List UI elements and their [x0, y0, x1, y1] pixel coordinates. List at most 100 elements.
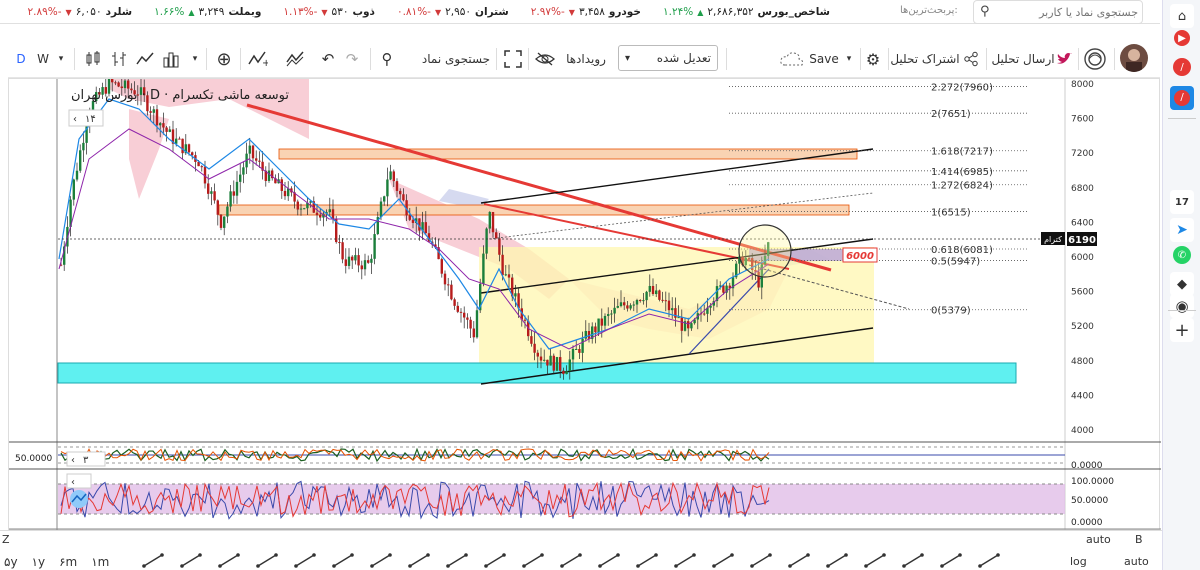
price-tick: 6400 — [1071, 218, 1094, 228]
ticker-item[interactable]: شتران ۲,۹۵۰ ▼ -۰.۸۱% — [397, 6, 509, 18]
whatsapp-icon[interactable]: ✆ — [1173, 246, 1191, 264]
app-icon-3[interactable]: ◆ — [1170, 272, 1194, 296]
indicators-icon[interactable]: + — [246, 46, 270, 72]
candle-body — [616, 306, 619, 308]
send-analysis-button[interactable]: ارسال تحلیل — [990, 46, 1056, 72]
candle-tool-icon[interactable] — [900, 551, 928, 569]
candle-body — [223, 216, 226, 228]
candle-body — [607, 314, 610, 316]
cloud-icon[interactable] — [778, 46, 806, 72]
position-icon[interactable] — [482, 551, 510, 569]
ticker-item[interactable]: وبملت ۳,۲۴۹ ▲ ۱.۶۶% — [154, 6, 261, 18]
undo-icon[interactable]: ↶ — [318, 46, 338, 72]
search-icon[interactable]: ⚲ — [376, 46, 398, 72]
fib-label: 1.272(6824) — [931, 181, 993, 192]
auto-scale-button[interactable]: auto — [1086, 533, 1111, 546]
candle-body — [491, 211, 495, 233]
ticker-item[interactable]: خودرو ۳,۴۵۸ ▼ -۲.۹۷% — [531, 6, 641, 18]
fullscreen-icon[interactable] — [502, 46, 524, 72]
last-label: کترام — [1044, 235, 1062, 244]
ray-icon[interactable] — [178, 551, 206, 569]
osc1-collapse-icon[interactable]: ‹ — [71, 455, 75, 466]
line-chart-icon[interactable] — [134, 46, 156, 72]
interval-w-button[interactable]: W — [36, 46, 50, 72]
tradingview-icon[interactable]: 17 — [1170, 190, 1194, 214]
range-button[interactable]: ۱m — [91, 555, 109, 569]
gann-icon[interactable] — [862, 551, 890, 569]
redo-icon[interactable]: ↷ — [342, 46, 362, 72]
range-button[interactable]: ۶m — [59, 555, 77, 569]
app-icon-2[interactable]: / — [1170, 86, 1194, 110]
user-avatar[interactable] — [1120, 44, 1148, 72]
candle-body — [466, 317, 469, 320]
candle-body — [239, 174, 242, 182]
templates-icon[interactable] — [284, 46, 308, 72]
text-icon[interactable] — [520, 551, 548, 569]
ticker-change: -۱.۱۳% — [283, 6, 318, 18]
osc2-collapse-icon[interactable]: ‹ — [71, 477, 75, 488]
bars-icon[interactable] — [108, 46, 130, 72]
logo-icon[interactable] — [1082, 46, 1108, 72]
zoom-icon[interactable] — [596, 551, 624, 569]
arc-icon[interactable] — [368, 551, 396, 569]
youtube-icon[interactable]: ▶ — [1174, 30, 1190, 46]
share-analysis-button[interactable]: اشتراک تحلیل — [890, 46, 959, 72]
pattern-icon[interactable] — [406, 551, 434, 569]
ticker-item[interactable]: ذوب ۵۳۰ ▼ -۱.۱۳% — [283, 6, 375, 18]
cycle-icon[interactable] — [824, 551, 852, 569]
interval-d-button[interactable]: D — [14, 46, 28, 72]
save-button[interactable]: Save — [808, 46, 840, 72]
pitchfork-icon[interactable] — [254, 551, 282, 569]
trash-icon[interactable] — [748, 551, 776, 569]
price-chart-svg[interactable]: 2.272(7960) 2(7651) 1.618(7217) 1.414(6985)… — [9, 71, 1161, 531]
search-symbol-button[interactable]: جستجوی نماد — [416, 46, 496, 72]
trendline-icon[interactable] — [140, 551, 168, 569]
bars-tool-icon[interactable] — [938, 551, 966, 569]
elliott-icon[interactable] — [786, 551, 814, 569]
ticker-item[interactable]: شلرد ۶,۰۵۰ ▼ -۲.۸۹% — [28, 6, 133, 18]
share-icon[interactable] — [960, 46, 982, 72]
auto-button-2[interactable]: auto — [1124, 555, 1149, 568]
fib-icon[interactable] — [292, 551, 320, 569]
eye-off-icon[interactable] — [534, 46, 556, 72]
channel-icon[interactable] — [216, 551, 244, 569]
events-button[interactable]: رویدادها — [560, 46, 612, 72]
wifi-icon[interactable]: ⌂ — [1170, 4, 1194, 28]
log-button[interactable]: log — [1070, 555, 1087, 568]
pattern-tool-icon[interactable] — [976, 551, 1004, 569]
lock-icon[interactable] — [672, 551, 700, 569]
z-label[interactable]: Z — [2, 533, 10, 546]
app-icon-1[interactable]: / — [1173, 58, 1191, 76]
candle-body — [504, 274, 507, 276]
app-icon-4[interactable]: ◉ — [1170, 294, 1194, 318]
chart-area[interactable]: 2.272(7960) 2(7651) 1.618(7217) 1.414(6985)… — [8, 71, 1161, 531]
projection-icon[interactable] — [444, 551, 472, 569]
add-icon[interactable]: + — [1170, 318, 1194, 342]
candle-body — [530, 336, 533, 344]
global-search-input[interactable] — [974, 1, 1142, 23]
candle-body — [485, 228, 488, 254]
chevron-down-icon[interactable]: ▾ — [188, 46, 202, 72]
ticker-item[interactable]: شاخص_بورس ۲,۶۸۶,۳۵۲ ▲ ۱.۲۴% — [663, 6, 830, 18]
candles-icon[interactable] — [82, 46, 104, 72]
b-label[interactable]: B — [1135, 533, 1143, 546]
eye-icon[interactable] — [710, 551, 738, 569]
chevron-down-icon[interactable]: ▾ — [842, 46, 856, 72]
range-button[interactable]: ۱y — [32, 555, 46, 569]
fib-label: 0.618(6081) — [931, 245, 993, 256]
chevron-down-icon[interactable]: ▾ — [54, 46, 68, 72]
telegram-icon[interactable]: ➤ — [1170, 218, 1194, 242]
measure-icon[interactable] — [558, 551, 586, 569]
candle-body — [568, 359, 571, 372]
adjust-select[interactable]: ▾ تعدیل شده — [618, 45, 718, 71]
candle-body — [562, 370, 565, 375]
brush-icon[interactable] — [330, 551, 358, 569]
column-chart-icon[interactable] — [160, 46, 182, 72]
legend-collapse-icon[interactable]: ‹ — [73, 114, 77, 125]
global-search-box[interactable]: ⚲ — [973, 0, 1143, 24]
magnet-icon[interactable] — [634, 551, 662, 569]
twitter-icon[interactable] — [1054, 46, 1074, 72]
settings-gear-icon[interactable]: ⚙ — [862, 46, 884, 72]
range-button[interactable]: ۵y — [4, 555, 18, 569]
add-indicator-icon[interactable]: ⊕ — [212, 46, 236, 72]
